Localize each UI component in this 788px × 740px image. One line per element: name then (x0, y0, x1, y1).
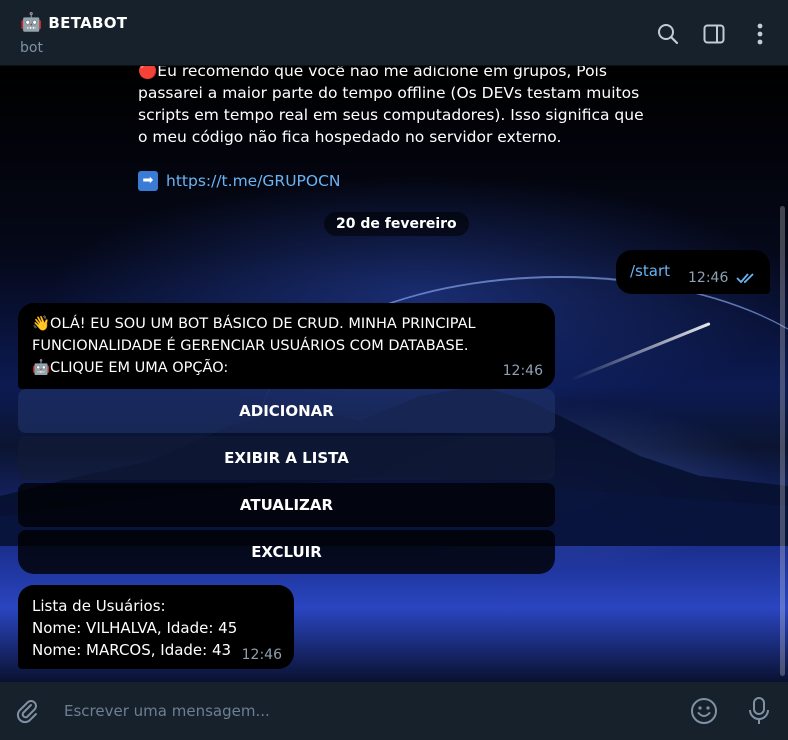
incoming-message[interactable]: 👋OLÁ! EU SOU UM BOT BÁSICO DE CRUD. MINH… (18, 303, 555, 389)
outgoing-message[interactable]: /start 12:46 (616, 250, 770, 294)
chat-header: 🤖 BETABOT bot (0, 0, 788, 66)
incoming-message-time: 12:46 (502, 363, 543, 379)
more-vert-icon[interactable] (748, 22, 772, 46)
user-list-message[interactable]: Lista de Usuários: Nome: VILHALVA, Idade… (18, 585, 294, 669)
arrow-right-icon: ➡ (138, 171, 158, 191)
inline-button-exibir-lista[interactable]: EXIBIR A LISTA (18, 436, 555, 480)
message-composer (0, 682, 788, 740)
incoming-message-text: 👋OLÁ! EU SOU UM BOT BÁSICO DE CRUD. MINH… (32, 313, 512, 379)
bot-avatar-emoji: 🤖 (20, 12, 43, 33)
date-separator: 20 de fevereiro (324, 212, 469, 236)
outgoing-message-time: 12:46 (688, 270, 729, 286)
microphone-icon[interactable] (746, 696, 772, 726)
sidebar-toggle-icon[interactable] (702, 22, 726, 46)
chat-title[interactable]: BETABOT (48, 14, 127, 32)
read-checks-icon (736, 270, 758, 289)
incoming-line: 👋OLÁ! EU SOU UM BOT BÁSICO DE CRUD. MINH… (32, 316, 476, 354)
inline-button-excluir[interactable]: EXCLUIR (18, 530, 555, 574)
message-input[interactable] (52, 694, 652, 728)
chat-area[interactable]: 🔴Eu recomendo que você não me adicione e… (0, 66, 788, 682)
user-list-text: Lista de Usuários: Nome: VILHALVA, Idade… (32, 595, 237, 661)
group-link[interactable]: https://t.me/GRUPOCN (166, 170, 341, 192)
list-line: Nome: MARCOS, Idade: 43 (32, 641, 232, 659)
list-line: Nome: VILHALVA, Idade: 45 (32, 619, 238, 637)
inline-button-adicionar[interactable]: ADICIONAR (18, 389, 555, 433)
incoming-line: 🤖CLIQUE EM UMA OPÇÃO: (32, 360, 229, 376)
chat-title-row[interactable]: 🤖 BETABOT (20, 12, 127, 34)
search-icon[interactable] (656, 22, 680, 46)
inline-button-atualizar[interactable]: ATUALIZAR (18, 483, 555, 527)
list-line: Lista de Usuários: (32, 597, 166, 615)
user-list-time: 12:46 (241, 647, 282, 663)
header-actions (656, 22, 772, 46)
paperclip-icon[interactable] (14, 698, 40, 724)
emoji-icon[interactable] (690, 697, 718, 725)
previous-message-link-row: ➡ https://t.me/GRUPOCN (138, 170, 658, 192)
previous-message: 🔴Eu recomendo que você não me adicione e… (138, 66, 658, 192)
chat-scrollbar[interactable] (780, 206, 785, 676)
previous-message-text: 🔴Eu recomendo que você não me adicione e… (138, 66, 644, 146)
chat-subtitle: bot (20, 40, 43, 56)
outgoing-message-text[interactable]: /start (630, 262, 670, 280)
